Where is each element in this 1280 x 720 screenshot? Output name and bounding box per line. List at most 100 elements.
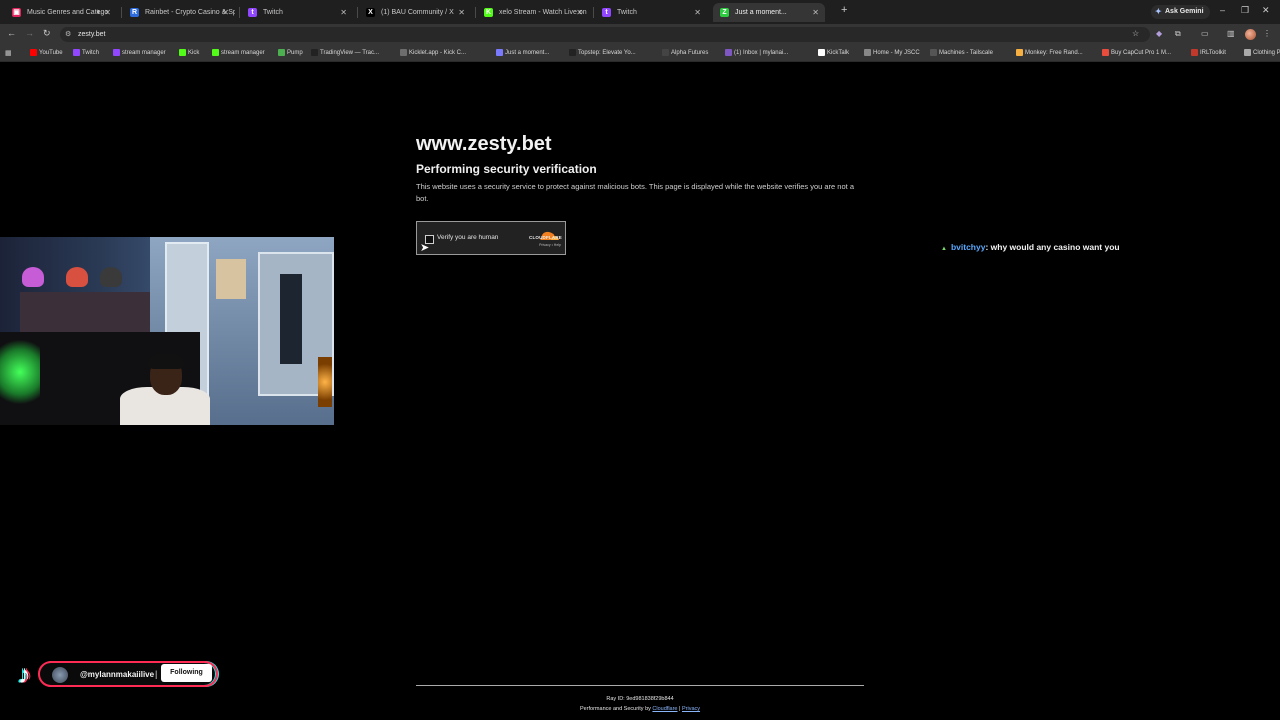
- browser-tab[interactable]: Kxelo Stream - Watch Live on Ki ✕: [477, 3, 589, 22]
- tab-close-icon[interactable]: ✕: [458, 3, 465, 22]
- tab-favicon-icon: t: [602, 8, 611, 17]
- tab-favicon-icon: ▣: [12, 8, 21, 17]
- bookmark-label: Clothing Preview | D...: [1253, 50, 1280, 56]
- bookmark-item[interactable]: Monkey: Free Rand...: [1016, 45, 1083, 61]
- bookmark-label: Kick: [188, 50, 200, 56]
- bookmark-label: Home - My JSCC: [873, 50, 920, 56]
- bookmark-item[interactable]: Machines - Tailscale: [930, 45, 993, 61]
- perf-separator: |: [679, 706, 681, 712]
- tab-close-icon[interactable]: ✕: [340, 3, 347, 22]
- tab-separator: [475, 7, 476, 18]
- close-window-icon[interactable]: ✕: [1262, 5, 1270, 16]
- tab-label: (1) BAU Community / X: [381, 9, 454, 16]
- bookmark-item[interactable]: Twitch: [73, 45, 99, 61]
- bookmark-item[interactable]: stream manager: [212, 45, 265, 61]
- bookmark-star-icon[interactable]: ☆: [1132, 29, 1139, 38]
- footer-divider: [416, 685, 864, 686]
- bookmark-label: (1) Inbox | mylanai...: [734, 50, 789, 56]
- bookmark-item[interactable]: Kick: [179, 45, 199, 61]
- bookmark-item[interactable]: YouTube: [30, 45, 63, 61]
- tab-separator: [239, 7, 240, 18]
- bookmark-item[interactable]: Clothing Preview | D...: [1244, 45, 1280, 61]
- back-icon[interactable]: ←: [7, 28, 16, 38]
- bookmark-favicon-icon: [278, 49, 285, 56]
- bookmark-label: Alpha Futures: [671, 50, 709, 56]
- browser-tab[interactable]: ▣ Music Genres and Catego ✕ 🔇︎: [5, 3, 117, 22]
- tab-close-icon[interactable]: ✕: [222, 3, 229, 22]
- tab-label: Just a moment...: [735, 9, 787, 16]
- chat-badge-icon: ▲: [941, 246, 947, 252]
- cf-privacy-help-links[interactable]: Privacy • Help: [539, 243, 561, 247]
- bookmark-favicon-icon: [212, 49, 219, 56]
- footer-credit: Performance and Security by Cloudflare |…: [416, 706, 864, 712]
- verification-description: This website uses a security service to …: [416, 182, 854, 203]
- site-info-icon[interactable]: ⚙: [65, 27, 71, 42]
- bookmark-favicon-icon: [30, 49, 37, 56]
- tab-close-icon[interactable]: ✕: [812, 3, 819, 22]
- tiktok-separator: |: [155, 669, 158, 679]
- restore-icon[interactable]: ❐: [1241, 5, 1249, 16]
- webcam-overlay: [0, 237, 334, 425]
- bookmark-item[interactable]: Buy CapCut Pro 1 M...: [1102, 45, 1171, 61]
- bookmark-label: Pump: [287, 50, 303, 56]
- following-button[interactable]: Following: [161, 664, 212, 682]
- ask-gemini-label: Ask Gemini: [1165, 8, 1204, 15]
- bookmark-item[interactable]: stream manager: [113, 45, 166, 61]
- bookmark-item[interactable]: Just a moment...: [496, 45, 549, 61]
- bookmark-favicon-icon: [930, 49, 937, 56]
- bookmark-favicon-icon: [1244, 49, 1251, 56]
- tiktok-logo-icon: ♪: [18, 659, 31, 689]
- chat-message: ▲ bvitchyy: why would any casino want you: [941, 242, 1120, 252]
- cloudflare-link[interactable]: Cloudflare: [652, 706, 677, 712]
- gemini-spark-icon: ✦: [1155, 7, 1162, 16]
- profile-avatar[interactable]: [1245, 29, 1256, 40]
- bookmark-item[interactable]: KickTalk: [818, 45, 849, 61]
- minimize-icon[interactable]: –: [1220, 5, 1225, 15]
- browser-tab[interactable]: t Twitch ✕: [595, 3, 707, 22]
- bookmark-item[interactable]: Pump: [278, 45, 303, 61]
- apps-grid-icon[interactable]: ▦: [5, 49, 12, 57]
- bookmark-favicon-icon: [864, 49, 871, 56]
- extensions-puzzle-icon[interactable]: ⧉: [1175, 29, 1181, 39]
- bookmark-item[interactable]: Alpha Futures: [662, 45, 708, 61]
- tab-close-icon[interactable]: ✕: [694, 3, 701, 22]
- bookmark-item[interactable]: Kicklet.app - Kick C...: [400, 45, 466, 61]
- tab-favicon-icon: K: [484, 8, 493, 17]
- forward-icon[interactable]: →: [25, 28, 34, 38]
- menu-dots-icon[interactable]: ⋮: [1263, 29, 1271, 38]
- tab-favicon-icon: R: [130, 8, 139, 17]
- tab-close-icon[interactable]: ✕: [104, 3, 111, 22]
- verification-heading: Performing security verification: [416, 162, 597, 176]
- sidebar-icon[interactable]: ▥: [1227, 29, 1235, 38]
- bookmark-item[interactable]: TradingView — Trac...: [311, 45, 379, 61]
- bookmark-item[interactable]: (1) Inbox | mylanai...: [725, 45, 788, 61]
- tab-close-icon[interactable]: ✕: [576, 3, 583, 22]
- bookmark-label: stream manager: [122, 50, 166, 56]
- tab-separator: [357, 7, 358, 18]
- bookmark-favicon-icon: [1102, 49, 1109, 56]
- bookmark-favicon-icon: [496, 49, 503, 56]
- bookmark-label: TradingView — Trac...: [320, 50, 380, 56]
- tab-label: Twitch: [617, 9, 637, 16]
- new-tab-button[interactable]: +: [841, 4, 847, 16]
- bookmark-item[interactable]: IRLToolkit: [1191, 45, 1226, 61]
- browser-tab[interactable]: R Rainbet - Crypto Casino & Spo ✕: [123, 3, 235, 22]
- bookmark-label: Just a moment...: [505, 50, 550, 56]
- browser-tab[interactable]: X (1) BAU Community / X ✕: [359, 3, 471, 22]
- privacy-link[interactable]: Privacy: [682, 706, 700, 712]
- reload-icon[interactable]: ↻: [43, 28, 51, 39]
- browser-tab[interactable]: t Twitch ✕: [241, 3, 353, 22]
- bookmark-label: Buy CapCut Pro 1 M...: [1111, 50, 1172, 56]
- tab-favicon-icon: X: [366, 8, 375, 17]
- address-bar[interactable]: ⚙ zesty.bet: [60, 27, 1150, 42]
- verify-label: Verify you are human: [437, 234, 499, 241]
- tab-muted-icon[interactable]: 🔇︎: [97, 3, 101, 22]
- browser-tab[interactable]: Z Just a moment... ✕: [713, 3, 825, 22]
- bookmark-favicon-icon: [662, 49, 669, 56]
- tab-search-icon[interactable]: ▭: [1201, 29, 1209, 38]
- ask-gemini-button[interactable]: ✦ Ask Gemini: [1151, 5, 1210, 19]
- bookmark-item[interactable]: Home - My JSCC: [864, 45, 920, 61]
- bookmark-item[interactable]: Topstep: Elevate Yo...: [569, 45, 636, 61]
- turnstile-widget: Verify you are human CLOUDFLARE Privacy …: [416, 221, 566, 255]
- extension-icon[interactable]: ◆: [1156, 29, 1162, 38]
